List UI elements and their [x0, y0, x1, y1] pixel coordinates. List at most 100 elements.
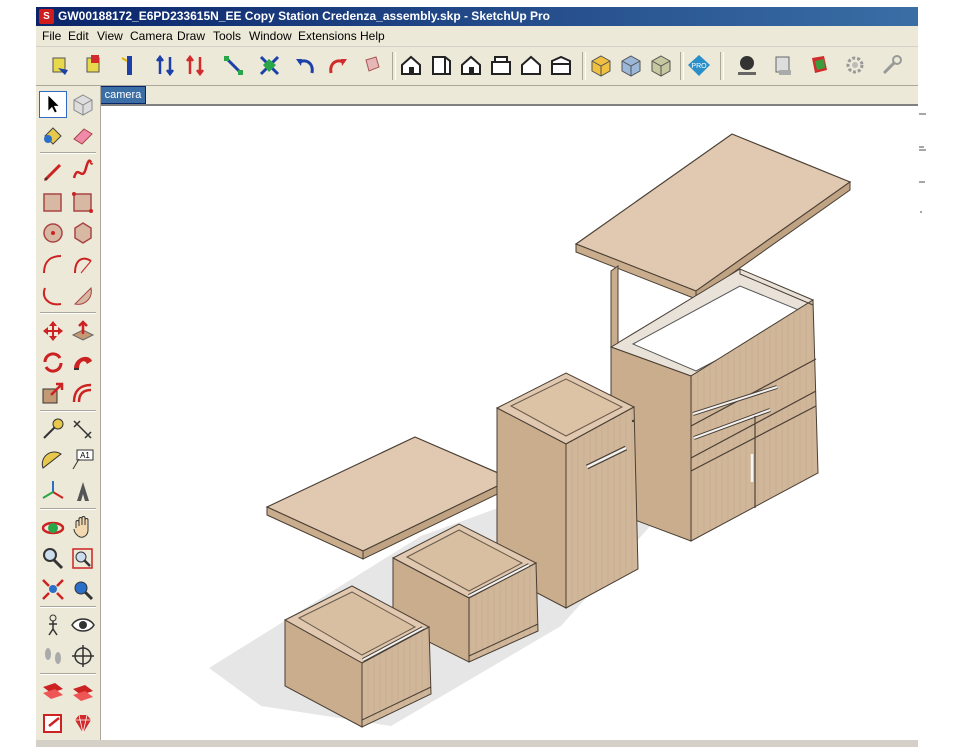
get-models-icon[interactable] [46, 52, 73, 79]
menu-edit[interactable]: Edit [68, 29, 89, 43]
offset-icon[interactable] [69, 380, 97, 407]
walk-icon[interactable] [39, 643, 67, 670]
toolbar-separator [680, 52, 684, 80]
redo-icon[interactable] [324, 52, 351, 79]
circle-icon[interactable] [39, 220, 67, 247]
rectangle-icon[interactable] [39, 189, 67, 216]
status-bar [36, 740, 918, 747]
xray-icon[interactable] [588, 52, 615, 79]
polygon-icon[interactable] [69, 220, 97, 247]
right-view-icon[interactable] [488, 52, 515, 79]
follow-me-icon[interactable] [69, 349, 97, 376]
paint-bucket-icon[interactable] [39, 122, 67, 149]
position-camera-icon[interactable] [39, 612, 67, 639]
pan-icon[interactable] [69, 514, 97, 541]
toolbar-separator [40, 410, 96, 412]
select-arrow-icon [48, 95, 59, 113]
paint-roll-icon[interactable] [358, 52, 385, 79]
get-models-3d-icon[interactable] [116, 52, 143, 79]
zoom-extents-icon[interactable] [39, 576, 67, 603]
clipped-panel-fragment [919, 113, 926, 213]
two-point-arc-icon[interactable] [69, 251, 97, 278]
scene-tab-camera[interactable]: camera [100, 86, 146, 104]
toolbar-separator [720, 52, 724, 80]
eraser-icon[interactable] [69, 122, 97, 149]
protractor-icon[interactable] [39, 447, 67, 474]
axes-icon[interactable] [39, 478, 67, 505]
menu-window[interactable]: Window [249, 29, 292, 43]
pie-icon[interactable] [69, 282, 97, 309]
zoom-icon[interactable] [39, 545, 67, 572]
menu-file[interactable]: File [42, 29, 61, 43]
toolbar-separator [392, 52, 396, 80]
menu-bar: File Edit View Camera Draw Tools Window … [36, 26, 918, 47]
freehand-icon[interactable] [69, 158, 97, 185]
wrench-icon[interactable] [878, 52, 905, 79]
right-edge-fragment [918, 107, 957, 747]
ruby-gem-icon[interactable] [69, 710, 97, 737]
toolbar-separator [582, 52, 586, 80]
menu-help[interactable]: Help [360, 29, 385, 43]
model-viewport[interactable] [101, 106, 918, 740]
toolbar-separator [40, 152, 96, 154]
push-pull-icon[interactable] [69, 318, 97, 345]
section-plane-tool-icon[interactable] [69, 643, 97, 670]
zoom-window-icon[interactable] [69, 545, 97, 572]
section-plane-icon[interactable] [256, 52, 283, 79]
move-icon[interactable] [39, 318, 67, 345]
large-credenza-cabinet[interactable] [609, 265, 819, 542]
sandbox-from-scratch-icon[interactable] [69, 679, 97, 706]
left-view-icon[interactable] [548, 52, 575, 79]
wireframe-icon[interactable] [618, 52, 645, 79]
iso-view-icon[interactable] [398, 52, 425, 79]
dimension-icon[interactable] [69, 416, 97, 443]
styles-icon[interactable] [806, 52, 833, 79]
dimension-diagonal-icon[interactable] [220, 52, 247, 79]
model-scene [209, 133, 852, 728]
menu-extensions[interactable]: Extensions [298, 29, 357, 43]
undo-icon[interactable] [292, 52, 319, 79]
shadow-globe-icon[interactable] [734, 52, 761, 79]
make-component-icon[interactable] [69, 91, 97, 118]
large-tool-set: A1 [36, 86, 101, 740]
look-around-icon[interactable] [69, 612, 97, 639]
three-point-arc-icon[interactable] [39, 282, 67, 309]
svg-text:PRO: PRO [691, 63, 707, 70]
share-model-icon[interactable] [80, 52, 107, 79]
toolbar-separator [40, 312, 96, 314]
sketchup-logo-icon: S [39, 9, 54, 24]
rotate-icon[interactable] [39, 349, 67, 376]
print-icon[interactable] [770, 52, 797, 79]
text-icon[interactable]: A1 [69, 447, 97, 474]
toolbar-separator [40, 508, 96, 510]
extension-warehouse-icon[interactable] [39, 710, 67, 737]
menu-camera[interactable]: Camera [130, 29, 173, 43]
main-toolbar: PRO [36, 47, 918, 86]
select-tool-button[interactable] [39, 91, 67, 118]
svg-text:A1: A1 [80, 451, 90, 460]
window-title: GW00188172_E6PD233615N_EE Copy Station C… [58, 9, 550, 23]
top-view-icon[interactable] [458, 52, 485, 79]
menu-draw[interactable]: Draw [177, 29, 205, 43]
rotated-rectangle-icon[interactable] [69, 189, 97, 216]
layout-pro-icon[interactable]: PRO [686, 52, 713, 79]
scale-icon[interactable] [39, 380, 67, 407]
toolbar-separator [40, 606, 96, 608]
arc-icon[interactable] [39, 251, 67, 278]
orbit-icon[interactable] [39, 514, 67, 541]
previous-view-icon[interactable] [69, 576, 97, 603]
tape-measure-icon[interactable] [39, 416, 67, 443]
back-view-icon[interactable] [518, 52, 545, 79]
shaded-icon[interactable] [648, 52, 675, 79]
front-view-icon[interactable] [428, 52, 455, 79]
pencil-line-icon[interactable] [39, 158, 67, 185]
3d-text-icon[interactable] [69, 478, 97, 505]
scene-tab-bar: camera [36, 86, 918, 106]
menu-tools[interactable]: Tools [213, 29, 241, 43]
sandbox-from-contours-icon[interactable] [39, 679, 67, 706]
push-pull-up-icon[interactable] [152, 52, 179, 79]
title-bar: S GW00188172_E6PD233615N_EE Copy Station… [36, 7, 918, 26]
menu-view[interactable]: View [97, 29, 123, 43]
push-pull-down-icon[interactable] [182, 52, 209, 79]
settings-gear-icon[interactable] [842, 52, 869, 79]
